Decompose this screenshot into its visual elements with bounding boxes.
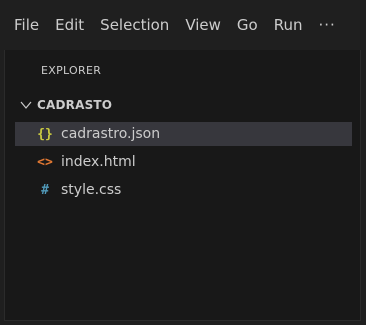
menu-file[interactable]: File xyxy=(6,0,47,50)
json-icon: {} xyxy=(37,126,53,142)
css-icon: # xyxy=(41,182,49,198)
menu-bar: File Edit Selection View Go Run ··· xyxy=(0,0,366,50)
folder-name: CADRASTO xyxy=(37,98,113,112)
menu-run[interactable]: Run xyxy=(266,0,311,50)
file-item-style-css[interactable]: # style.css xyxy=(15,178,352,202)
file-label: index.html xyxy=(61,154,136,170)
explorer-title: EXPLORER xyxy=(41,64,102,77)
menu-selection[interactable]: Selection xyxy=(92,0,177,50)
file-label: cadrastro.json xyxy=(61,126,161,142)
file-item-index-html[interactable]: <> index.html xyxy=(15,150,352,174)
vscode-window: File Edit Selection View Go Run ··· EXPL… xyxy=(0,0,366,325)
more-menu-icon[interactable]: ··· xyxy=(311,16,344,34)
html-icon: <> xyxy=(37,154,53,170)
menu-view[interactable]: View xyxy=(177,0,229,50)
menu-go[interactable]: Go xyxy=(229,0,266,50)
file-item-cadrastro-json[interactable]: {} cadrastro.json xyxy=(15,122,352,146)
explorer-sidebar: EXPLORER CADRASTO {} cadrastro.json <> i… xyxy=(4,50,361,321)
chevron-down-icon xyxy=(20,101,32,109)
menu-edit[interactable]: Edit xyxy=(47,0,92,50)
folder-row[interactable]: CADRASTO xyxy=(19,95,112,115)
file-label: style.css xyxy=(61,182,122,198)
